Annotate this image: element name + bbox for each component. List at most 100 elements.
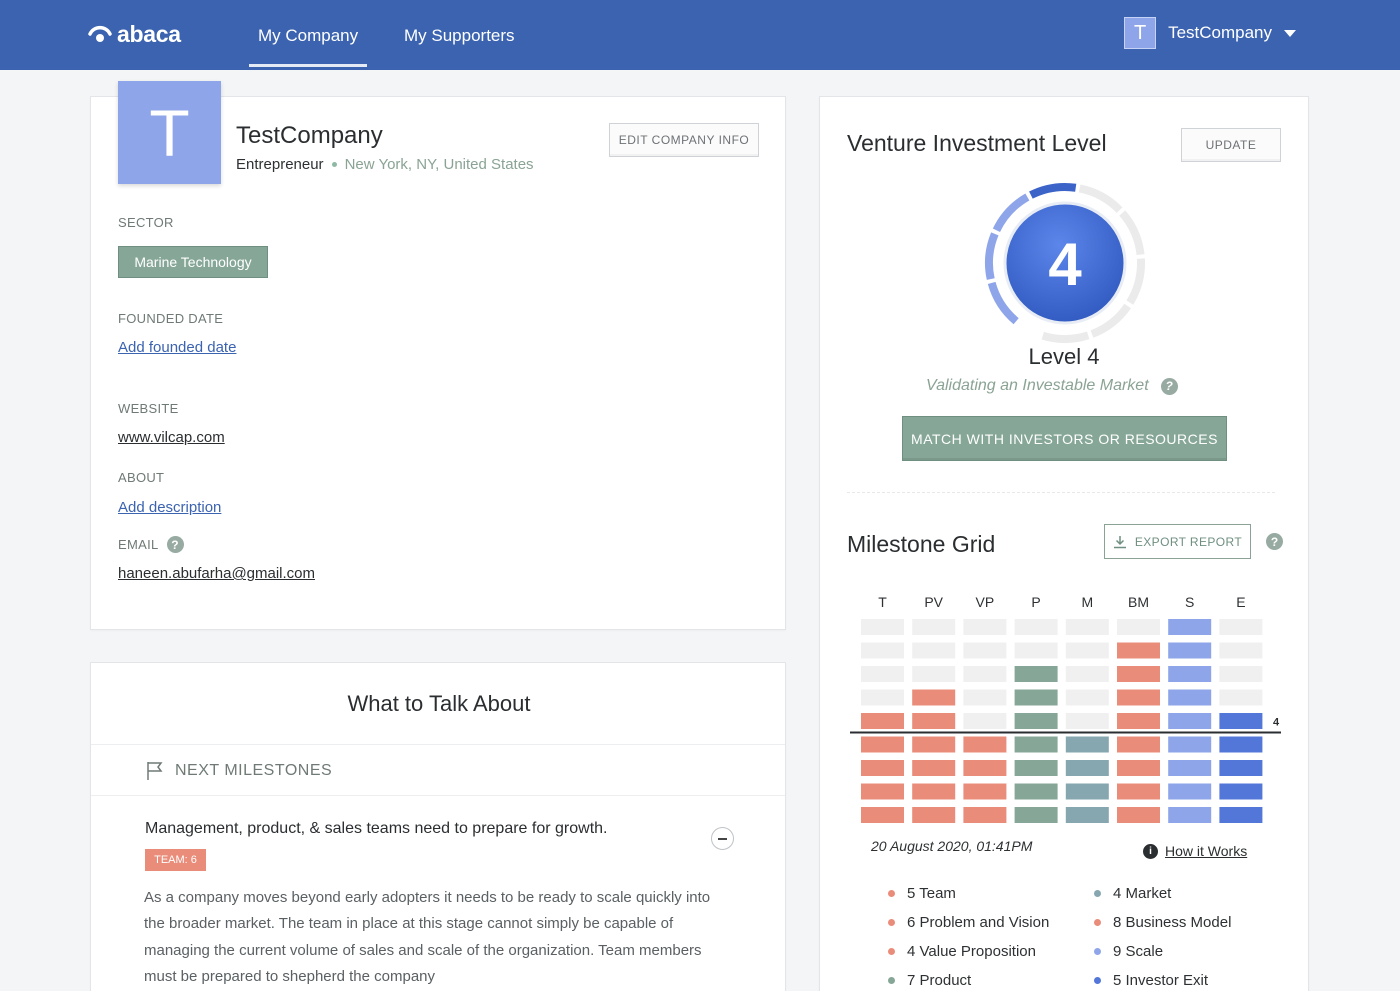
level-number: 4 (1048, 231, 1082, 298)
grid-column-label: VP (976, 594, 995, 610)
grid-cell (1117, 807, 1160, 823)
edit-company-info-button[interactable]: EDIT COMPANY INFO (609, 123, 759, 157)
help-icon[interactable]: ? (1160, 377, 1178, 395)
grid-column-label: P (1031, 594, 1040, 610)
legend-item: 5 Team (888, 885, 956, 902)
grid-cell (963, 713, 1007, 729)
grid-cell (1168, 642, 1212, 659)
vil-title: Venture Investment Level (847, 130, 1107, 156)
grid-cell (1219, 760, 1263, 776)
tab-my-supporters[interactable]: My Supporters (404, 26, 515, 46)
export-report-label: EXPORT REPORT (1134, 534, 1243, 549)
grid-cell (1014, 666, 1058, 682)
grid-cell (912, 666, 956, 682)
level-gauge: 4 (985, 183, 1145, 343)
email-link[interactable]: haneen.abufarha@gmail.com (118, 565, 315, 582)
legend-label: 4 Value Proposition (907, 943, 1036, 960)
grid-cell (861, 642, 904, 659)
grid-cell (1117, 736, 1160, 753)
next-milestones-label: NEXT MILESTONES (175, 762, 333, 779)
grid-cell (1065, 619, 1109, 635)
grid-cell (1168, 783, 1212, 800)
grid-cell (861, 736, 904, 753)
chevron-down-icon (1284, 29, 1296, 37)
milestone-title: Management, product, & sales teams need … (145, 820, 608, 837)
grid-cell (1014, 760, 1058, 776)
grid-cell (1117, 689, 1160, 706)
abaca-logo[interactable]: abaca (88, 20, 181, 48)
legend-dot-icon (1094, 948, 1101, 955)
top-navbar: abaca My Company My Supporters T TestCom… (0, 0, 1400, 70)
tab-my-company[interactable]: My Company (248, 26, 368, 67)
level-subtitle: Validating an Investable Market (926, 377, 1149, 394)
grid-cell (861, 619, 904, 635)
user-menu[interactable]: T TestCompany (1124, 17, 1296, 49)
grid-cell (1014, 689, 1058, 706)
update-button[interactable]: UPDATE (1181, 128, 1281, 162)
legend-dot-icon (888, 919, 895, 926)
about-label: ABOUT (118, 470, 165, 485)
divider (91, 795, 785, 796)
legend-item: 8 Business Model (1094, 914, 1231, 931)
grid-column-label: BM (1128, 594, 1149, 610)
grid-cell (1219, 689, 1263, 706)
how-it-works-link[interactable]: i How it Works (1143, 843, 1247, 859)
legend-dot-icon (1094, 890, 1101, 897)
next-milestones-header: NEXT MILESTONES (146, 761, 332, 781)
grid-cell (963, 689, 1007, 706)
level-subtitle-row: Validating an Investable Market ? (926, 377, 1178, 395)
legend-label: 5 Team (907, 885, 956, 902)
grid-cell (963, 807, 1007, 823)
legend-label: 6 Problem and Vision (907, 914, 1050, 931)
grid-cell (1065, 689, 1109, 706)
team-badge: TEAM: 6 (145, 849, 206, 871)
logo-text: abaca (117, 20, 181, 47)
grid-cell (861, 713, 904, 729)
company-subtitle: Entrepreneur New York, NY, United States (236, 156, 534, 173)
add-founded-date-link[interactable]: Add founded date (118, 339, 236, 356)
grid-cell (1219, 783, 1263, 800)
legend-dot-icon (888, 948, 895, 955)
grid-cell (912, 783, 956, 800)
legend-dot-icon (888, 890, 895, 897)
grid-cell (1168, 689, 1212, 706)
email-label: EMAIL (118, 537, 159, 552)
grid-column-label: S (1185, 594, 1194, 610)
card-title: What to Talk About (347, 691, 531, 716)
grid-cell (1065, 807, 1109, 823)
add-description-link[interactable]: Add description (118, 499, 221, 516)
website-label: WEBSITE (118, 401, 179, 416)
company-location: New York, NY, United States (344, 156, 534, 173)
grid-column-label: E (1236, 594, 1245, 610)
grid-cell (1168, 713, 1212, 729)
website-link[interactable]: www.vilcap.com (118, 429, 225, 446)
how-it-works-label: How it Works (1165, 843, 1248, 859)
grid-cell (861, 666, 904, 682)
grid-cell (1168, 666, 1212, 682)
grid-cell (912, 736, 956, 753)
grid-cell (1117, 783, 1160, 800)
company-avatar: T (118, 81, 221, 184)
grid-cell (1117, 760, 1160, 776)
legend-dot-icon (888, 977, 895, 984)
user-avatar: T (1124, 17, 1157, 49)
grid-cell (1168, 807, 1212, 823)
help-icon[interactable]: ? (166, 536, 184, 553)
grid-cell (861, 807, 904, 823)
company-type: Entrepreneur (236, 156, 324, 173)
user-name: TestCompany (1168, 23, 1272, 42)
help-icon[interactable]: ? (1266, 533, 1283, 550)
match-investors-button[interactable]: MATCH WITH INVESTORS OR RESOURCES (902, 416, 1227, 461)
grid-cell (963, 642, 1007, 659)
grid-cell (1219, 713, 1263, 729)
threshold-label: 4 (1273, 717, 1280, 729)
collapse-button[interactable] (711, 827, 734, 850)
grid-cell (1065, 736, 1109, 753)
legend-item: 9 Scale (1094, 943, 1163, 960)
separator-dot-icon (331, 162, 337, 167)
grid-cell (1168, 760, 1212, 776)
milestone-description: As a company moves beyond early adopters… (144, 889, 711, 986)
grid-cell (912, 760, 956, 776)
milestone-grid-chart: T PV VP P M BM S E 4 (850, 594, 1281, 823)
export-report-button[interactable]: EXPORT REPORT (1104, 524, 1251, 559)
